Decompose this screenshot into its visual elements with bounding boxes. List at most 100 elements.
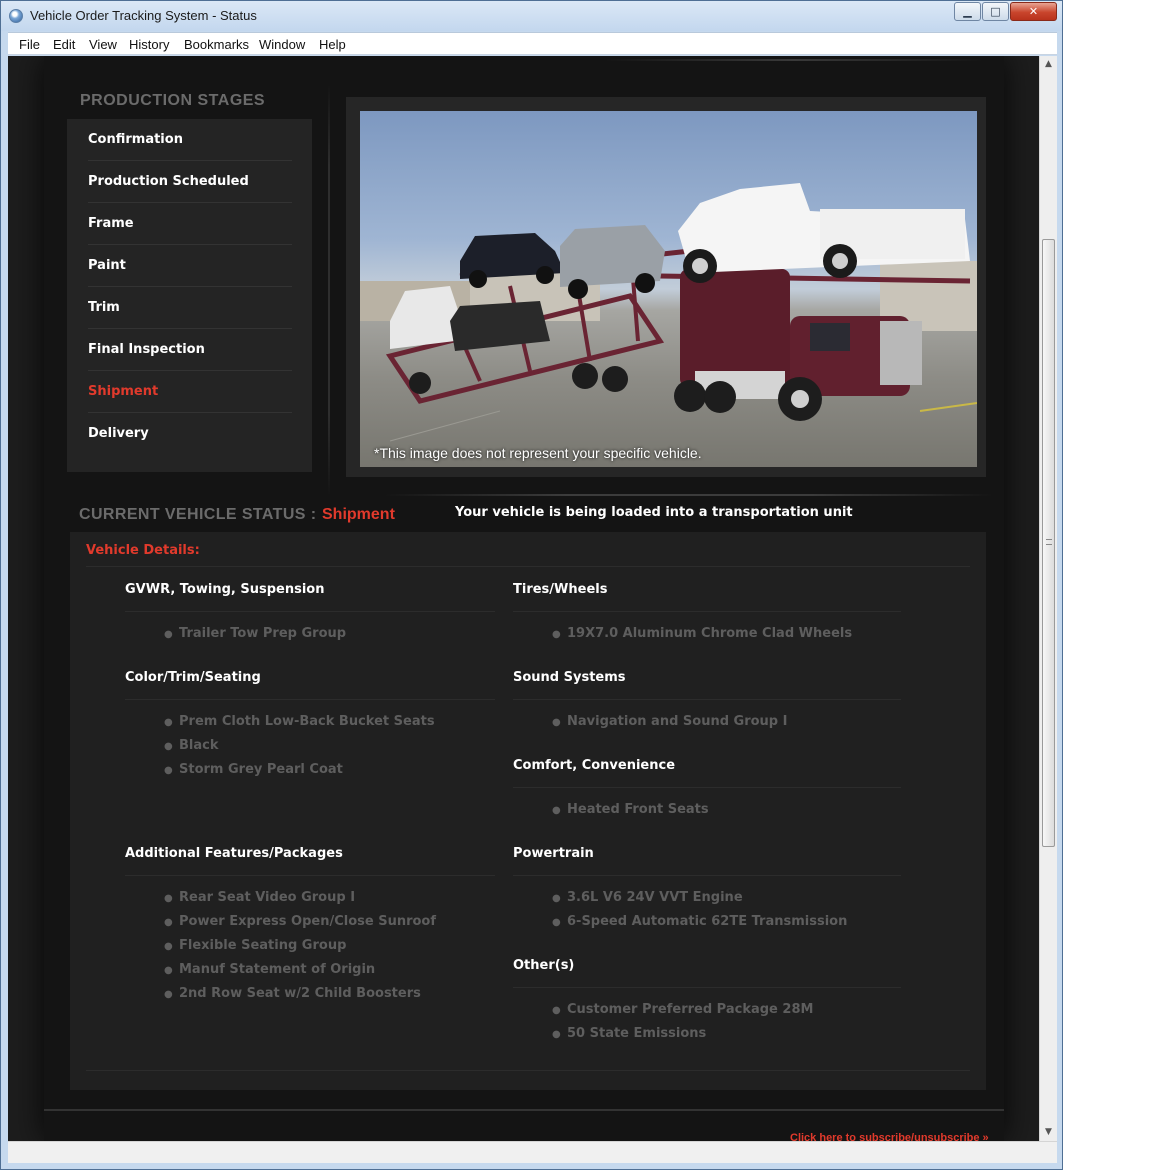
minimize-button[interactable]: ▁: [954, 2, 981, 21]
list-item: ● 19X7.0 Aluminum Chrome Clad Wheels: [552, 626, 852, 650]
production-stages-list: Confirmation Production Scheduled Frame …: [67, 119, 312, 472]
stage-label: Trim: [88, 300, 120, 315]
subscribe-link[interactable]: Click here to subscribe/unsubscribe »: [790, 1132, 989, 1141]
stage-label: Frame: [88, 216, 134, 231]
bullet-icon: ●: [164, 717, 173, 728]
stage-production-scheduled[interactable]: Production Scheduled: [88, 161, 292, 203]
list-item-text: Heated Front Seats: [567, 802, 709, 817]
list-item: ● Prem Cloth Low-Back Bucket Seats: [164, 714, 435, 738]
divider: [125, 611, 495, 612]
group-heading-additional: Additional Features/Packages: [125, 846, 343, 861]
current-status-label: CURRENT VEHICLE STATUS :: [79, 506, 317, 523]
list-item-text: Customer Preferred Package 28M: [567, 1002, 814, 1017]
list-item: ● Navigation and Sound Group I: [552, 714, 787, 738]
menu-help[interactable]: Help: [319, 37, 346, 52]
bullet-icon: ●: [552, 1005, 561, 1016]
page-content: PRODUCTION STAGES Confirmation Productio…: [44, 56, 1004, 1141]
bullet-icon: ●: [552, 1029, 561, 1040]
vehicle-details-title: Vehicle Details:: [86, 543, 200, 558]
stage-confirmation[interactable]: Confirmation: [88, 119, 292, 161]
divider: [513, 875, 901, 876]
bullet-icon: ●: [552, 629, 561, 640]
group-list-gvwr: ● Trailer Tow Prep Group: [164, 626, 346, 650]
stage-delivery[interactable]: Delivery: [88, 413, 292, 455]
group-heading-sound: Sound Systems: [513, 670, 626, 685]
group-list-sound: ● Navigation and Sound Group I: [552, 714, 787, 738]
close-button[interactable]: ✕: [1010, 2, 1057, 21]
group-heading-others: Other(s): [513, 958, 575, 973]
stage-label: Paint: [88, 258, 126, 273]
current-status-value: Shipment: [322, 506, 395, 523]
list-item: ● Manuf Statement of Origin: [164, 962, 436, 986]
bullet-icon: ●: [164, 941, 173, 952]
list-item-text: Manuf Statement of Origin: [179, 962, 376, 977]
list-item: ● Rear Seat Video Group I: [164, 890, 436, 914]
list-item: ● Storm Grey Pearl Coat: [164, 762, 435, 786]
list-item-text: 19X7.0 Aluminum Chrome Clad Wheels: [567, 626, 853, 641]
window-title: Vehicle Order Tracking System - Status: [30, 8, 257, 23]
list-item: ● Customer Preferred Package 28M: [552, 1002, 813, 1026]
photo-disclaimer: *This image does not represent your spec…: [374, 445, 702, 461]
bullet-icon: ●: [552, 717, 561, 728]
bullet-icon: ●: [164, 741, 173, 752]
list-item-text: Rear Seat Video Group I: [179, 890, 356, 905]
list-item: ● Heated Front Seats: [552, 802, 709, 826]
stage-shipment[interactable]: Shipment: [88, 371, 292, 413]
bullet-icon: ●: [164, 629, 173, 640]
bullet-icon: ●: [164, 765, 173, 776]
production-stages-title: PRODUCTION STAGES: [80, 92, 266, 109]
stage-label: Delivery: [88, 426, 149, 441]
scroll-down-icon[interactable]: ▼: [1040, 1124, 1057, 1141]
group-list-comfort: ● Heated Front Seats: [552, 802, 709, 826]
list-item: ● 6-Speed Automatic 62TE Transmission: [552, 914, 847, 938]
menu-view[interactable]: View: [89, 37, 117, 52]
status-message: Your vehicle is being loaded into a tran…: [455, 505, 853, 520]
stage-trim[interactable]: Trim: [88, 287, 292, 329]
footer-divider: [44, 1109, 1004, 1111]
car-carrier-illustration: [360, 183, 977, 442]
list-item: ● 50 State Emissions: [552, 1026, 813, 1050]
group-list-additional: ● Rear Seat Video Group I ● Power Express …: [164, 890, 436, 1010]
vertical-scrollbar[interactable]: ▲ ▼: [1039, 56, 1057, 1141]
menu-history[interactable]: History: [129, 37, 169, 52]
stage-frame[interactable]: Frame: [88, 203, 292, 245]
menu-bookmarks[interactable]: Bookmarks: [184, 37, 249, 52]
scroll-thumb[interactable]: [1042, 239, 1055, 847]
list-item-text: 50 State Emissions: [567, 1026, 707, 1041]
maximize-button[interactable]: □: [982, 2, 1009, 21]
stage-final-inspection[interactable]: Final Inspection: [88, 329, 292, 371]
list-item-text: 3.6L V6 24V VVT Engine: [567, 890, 743, 905]
list-item-text: Flexible Seating Group: [179, 938, 347, 953]
group-heading-gvwr: GVWR, Towing, Suspension: [125, 582, 325, 597]
menu-file[interactable]: File: [19, 37, 40, 52]
list-item: ● Black: [164, 738, 435, 762]
group-list-powertrain: ● 3.6L V6 24V VVT Engine ● 6-Speed Automat…: [552, 890, 847, 938]
list-item-text: Power Express Open/Close Sunroof: [179, 914, 437, 929]
divider: [125, 875, 495, 876]
bullet-icon: ●: [552, 805, 561, 816]
list-item: ● Trailer Tow Prep Group: [164, 626, 346, 650]
divider: [328, 84, 330, 496]
divider: [384, 494, 994, 496]
status-strip: [8, 1141, 1057, 1163]
stage-paint[interactable]: Paint: [88, 245, 292, 287]
menu-window[interactable]: Window: [259, 37, 305, 52]
menu-bar: File Edit View History Bookmarks Window …: [8, 32, 1057, 55]
list-item-text: Storm Grey Pearl Coat: [179, 762, 343, 777]
stage-label: Final Inspection: [88, 342, 205, 357]
list-item: ● 2nd Row Seat w/2 Child Boosters: [164, 986, 436, 1010]
group-heading-tires: Tires/Wheels: [513, 582, 608, 597]
bullet-icon: ●: [164, 965, 173, 976]
list-item: ● Power Express Open/Close Sunroof: [164, 914, 436, 938]
group-heading-comfort: Comfort, Convenience: [513, 758, 676, 773]
list-item: ● 3.6L V6 24V VVT Engine: [552, 890, 847, 914]
bullet-icon: ●: [164, 989, 173, 1000]
scroll-up-icon[interactable]: ▲: [1040, 56, 1057, 73]
title-bar[interactable]: Vehicle Order Tracking System - Status ▁…: [1, 1, 1062, 31]
group-list-color: ● Prem Cloth Low-Back Bucket Seats ● Black…: [164, 714, 435, 786]
divider: [513, 787, 901, 788]
menu-edit[interactable]: Edit: [53, 37, 75, 52]
divider: [513, 699, 901, 700]
vehicle-photo-frame: *This image does not represent your spec…: [346, 97, 986, 477]
browser-window: Vehicle Order Tracking System - Status ▁…: [0, 0, 1063, 1170]
